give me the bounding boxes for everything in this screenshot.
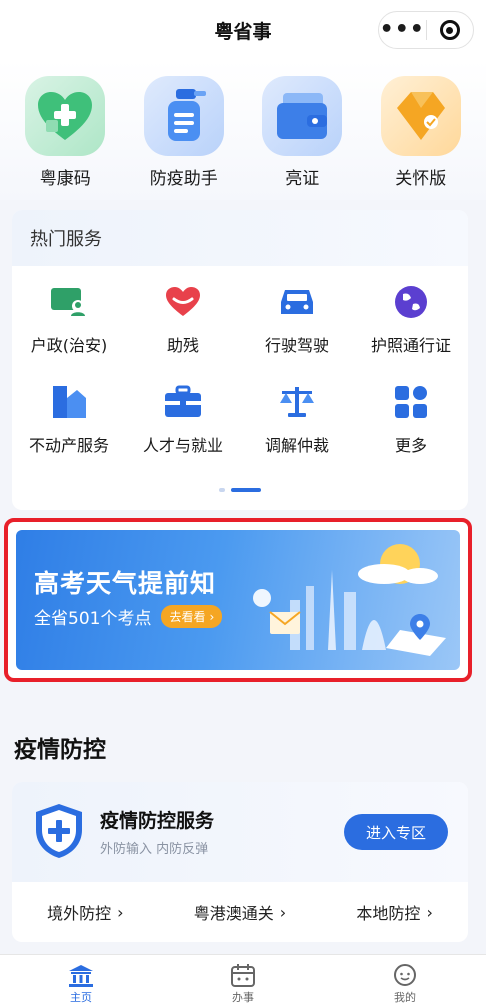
hot-services-header: 热门服务	[12, 210, 468, 266]
scale-icon	[277, 382, 317, 422]
epidemic-card-header[interactable]: 疫情防控服务 外防输入 内防反弹 进入专区	[12, 782, 468, 882]
link-label: 粤港澳通关	[193, 904, 274, 923]
tab-label: 主页	[70, 991, 92, 1004]
spray-icon	[143, 76, 224, 156]
service-label: 调解仲裁	[264, 436, 329, 455]
shortcut-health-code[interactable]: 粤康码	[15, 60, 115, 200]
city-weather-illustration	[253, 544, 446, 656]
epidemic-card-title: 疫情防控服务	[100, 810, 215, 832]
link-local-control[interactable]: 本地防控 ›	[356, 900, 432, 924]
service-disability-aid[interactable]: 助残	[126, 282, 240, 382]
banner-subtitle-row: 全省501个考点 去看看 ›	[34, 604, 223, 629]
service-label: 助残	[166, 336, 199, 355]
shortcut-epidemic-assistant[interactable]: 防疫助手	[134, 60, 234, 200]
chevron-right-icon: ›	[117, 902, 124, 922]
tab-label: 办事	[232, 991, 254, 1004]
epidemic-links: 境外防控 › 粤港澳通关 › 本地防控 ›	[12, 882, 468, 942]
link-label: 境外防控	[47, 904, 112, 923]
card-wallet-icon	[262, 76, 343, 156]
face-icon	[394, 964, 416, 986]
service-label: 更多	[394, 436, 427, 455]
service-real-estate[interactable]: 不动产服务	[12, 382, 126, 482]
service-more[interactable]: 更多	[354, 382, 468, 482]
chevron-right-icon: ›	[209, 609, 215, 624]
more-dots-icon[interactable]: •••	[379, 19, 426, 41]
tab-mine[interactable]: 我的	[355, 955, 455, 1008]
service-passport[interactable]: 护照通行证	[354, 282, 468, 382]
shortcut-label: 关怀版	[395, 169, 447, 189]
epidemic-card-desc: 外防输入 内防反弹	[100, 842, 209, 857]
tab-home[interactable]: 主页	[31, 955, 131, 1008]
banner-subtitle: 全省501个考点	[34, 609, 152, 629]
service-driving[interactable]: 行驶驾驶	[240, 282, 354, 382]
calendar-icon	[231, 964, 255, 987]
page-dot-active	[231, 488, 261, 492]
id-card-icon	[49, 282, 89, 322]
link-gba-customs[interactable]: 粤港澳通关 ›	[194, 900, 286, 924]
service-mediation[interactable]: 调解仲裁	[240, 382, 354, 482]
house-icon	[49, 382, 89, 422]
page-indicator	[12, 488, 468, 492]
home-icon	[69, 965, 93, 987]
briefcase-icon	[163, 382, 203, 422]
service-label: 行驶驾驶	[264, 336, 329, 355]
heart-icon	[163, 282, 203, 322]
health-code-icon	[25, 76, 106, 156]
hot-services-card: 热门服务 户政(治安) 助残 行驶驾驶 护照通行证 不动产服务 人才与就业 调解…	[12, 210, 468, 510]
service-label: 人才与就业	[142, 436, 223, 455]
mini-program-capsule: •••	[378, 11, 474, 49]
banner-title: 高考天气提前知	[34, 569, 217, 598]
target-icon[interactable]	[427, 20, 474, 40]
link-label: 本地防控	[356, 904, 421, 923]
service-label: 不动产服务	[28, 436, 109, 455]
enter-zone-button[interactable]: 进入专区	[344, 814, 448, 850]
shortcut-label: 防疫助手	[149, 169, 218, 189]
bottom-tab-bar: 主页 办事 我的	[0, 954, 486, 1008]
app-header: 粤省事 •••	[0, 0, 486, 60]
tab-services[interactable]: 办事	[193, 955, 293, 1008]
shield-icon	[36, 804, 82, 858]
chevron-right-icon: ›	[426, 902, 433, 922]
service-label: 户政(治安)	[30, 336, 108, 355]
page-dot	[219, 488, 225, 492]
shortcut-label: 粤康码	[39, 169, 91, 189]
globe-icon	[391, 282, 431, 322]
shortcut-care-version[interactable]: 关怀版	[371, 60, 471, 200]
service-talent-employment[interactable]: 人才与就业	[126, 382, 240, 482]
link-overseas-control[interactable]: 境外防控 ›	[47, 900, 123, 924]
banner-background: 高考天气提前知 全省501个考点 去看看 ›	[16, 530, 460, 670]
shortcut-label: 亮证	[285, 169, 320, 189]
service-household[interactable]: 户政(治安)	[12, 282, 126, 382]
top-shortcuts: 粤康码 防疫助手 亮证 关怀版	[0, 60, 486, 200]
car-icon	[277, 282, 317, 322]
grid-icon	[391, 382, 431, 422]
banner-go-button[interactable]: 去看看 ›	[161, 605, 223, 628]
epidemic-service-card: 疫情防控服务 外防输入 内防反弹 进入专区 境外防控 › 粤港澳通关 › 本地防…	[12, 782, 468, 942]
gaokao-weather-banner[interactable]: 高考天气提前知 全省501个考点 去看看 ›	[4, 518, 472, 682]
service-label: 护照通行证	[370, 336, 451, 355]
shortcut-show-id[interactable]: 亮证	[252, 60, 352, 200]
hot-services-title: 热门服务	[30, 229, 102, 250]
section-title-epidemic: 疫情防控	[14, 737, 106, 763]
page-title: 粤省事	[214, 20, 272, 43]
chevron-right-icon: ›	[279, 902, 287, 922]
banner-go-label: 去看看	[169, 610, 206, 624]
care-ribbon-icon	[380, 76, 461, 156]
hot-services-grid: 户政(治安) 助残 行驶驾驶 护照通行证 不动产服务 人才与就业 调解仲裁 更多	[12, 266, 468, 482]
tab-label: 我的	[394, 991, 416, 1004]
